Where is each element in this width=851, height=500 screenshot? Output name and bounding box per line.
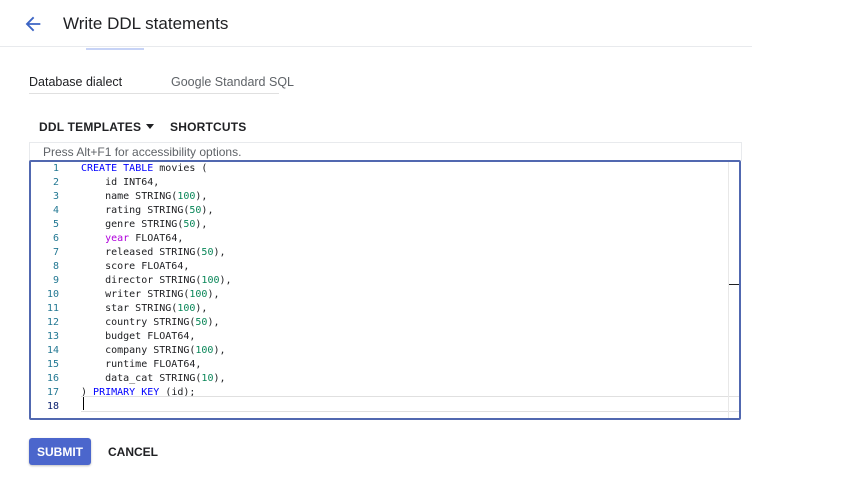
- cancel-button[interactable]: CANCEL: [101, 438, 165, 465]
- arrow-left-icon[interactable]: [22, 13, 44, 35]
- line-number: 12: [46, 317, 59, 328]
- tab-indicator: [86, 48, 144, 50]
- code-area[interactable]: CREATE TABLE movies ( id INT64, name STR…: [81, 162, 729, 418]
- line-number: 16: [46, 373, 59, 384]
- line-number-gutter: 1 2 3 4 5 6 7 8 9 10 11 12 13 14 15 16 17 18: [31, 162, 75, 418]
- accessibility-hint-bar: Press Alt+F1 for accessibility options.: [29, 142, 742, 161]
- ddl-templates-label: DDL TEMPLATES: [39, 120, 142, 134]
- text-cursor: [83, 397, 84, 410]
- line-number: 8: [52, 261, 59, 272]
- code-line[interactable]: data_cat STRING(10),: [81, 372, 225, 386]
- code-line[interactable]: genre STRING(50),: [81, 218, 207, 232]
- line-number: 6: [52, 233, 59, 244]
- code-line[interactable]: writer STRING(100),: [81, 288, 219, 302]
- code-line[interactable]: runtime FLOAT64,: [81, 358, 201, 372]
- code-line[interactable]: rating STRING(50),: [81, 204, 213, 218]
- line-number: 15: [46, 359, 59, 370]
- submit-button[interactable]: SUBMIT: [29, 438, 91, 465]
- line-number: 4: [52, 205, 59, 216]
- code-line[interactable]: id INT64,: [81, 176, 159, 190]
- code-line[interactable]: score FLOAT64,: [81, 260, 189, 274]
- dialect-label: Database dialect: [29, 75, 123, 89]
- ddl-code-editor[interactable]: 1 2 3 4 5 6 7 8 9 10 11 12 13 14 15 16 17 18 CREATE TABLE…: [29, 160, 741, 420]
- code-line[interactable]: director STRING(100),: [81, 274, 231, 288]
- code-line[interactable]: released STRING(50),: [81, 246, 225, 260]
- caret-down-icon: [146, 124, 155, 129]
- line-number: 17: [46, 387, 59, 398]
- line-number: 13: [46, 331, 59, 342]
- page-title: Write DDL statements: [63, 14, 229, 33]
- shortcuts-button[interactable]: SHORTCUTS: [170, 120, 246, 134]
- line-number: 7: [52, 247, 59, 258]
- line-number: 18: [46, 401, 59, 412]
- code-line[interactable]: CREATE TABLE movies (: [81, 162, 207, 176]
- dialect-value: Google Standard SQL: [171, 75, 294, 89]
- line-number: 14: [46, 345, 59, 356]
- line-number: 2: [52, 177, 59, 188]
- editor-scrollbar[interactable]: [728, 162, 729, 418]
- line-number: 5: [52, 219, 59, 230]
- overview-ruler-mark: [729, 284, 739, 285]
- line-number: 11: [46, 303, 59, 314]
- current-line-highlight: [81, 396, 739, 412]
- dialect-divider: [29, 93, 279, 94]
- code-line[interactable]: country STRING(50),: [81, 316, 219, 330]
- line-number: 10: [46, 289, 59, 300]
- code-line[interactable]: name STRING(100),: [81, 190, 207, 204]
- code-line[interactable]: star STRING(100),: [81, 302, 207, 316]
- code-line[interactable]: budget FLOAT64,: [81, 330, 195, 344]
- code-line[interactable]: year FLOAT64,: [81, 232, 183, 246]
- accessibility-hint: Press Alt+F1 for accessibility options.: [43, 145, 242, 159]
- line-number: 9: [52, 275, 59, 286]
- page-header: Write DDL statements: [0, 0, 752, 47]
- line-number: 1: [52, 163, 59, 174]
- line-number: 3: [52, 191, 59, 202]
- code-line[interactable]: company STRING(100),: [81, 344, 225, 358]
- ddl-templates-button[interactable]: DDL TEMPLATES: [39, 120, 155, 134]
